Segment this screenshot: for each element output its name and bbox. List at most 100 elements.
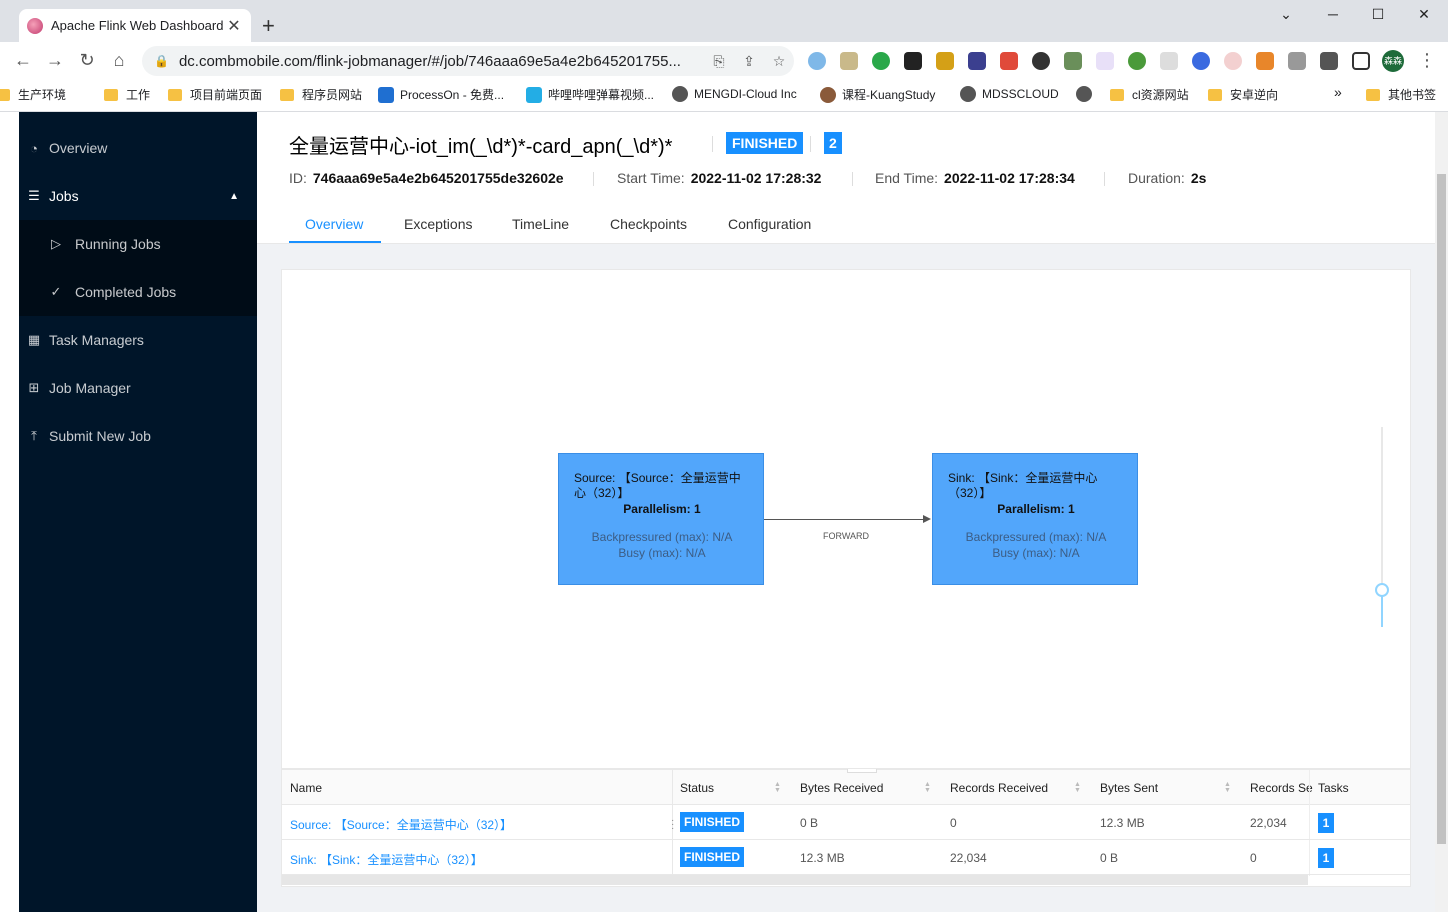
column-header-tasks[interactable]: Tasks <box>1318 781 1349 795</box>
folder-icon <box>1208 88 1222 101</box>
sort-icon[interactable]: ▲ ▼ <box>924 781 931 794</box>
records-sent: 0 <box>1250 851 1257 865</box>
sidebar-item-running-jobs[interactable]: ▷ Running Jobs <box>19 220 257 268</box>
bookmarks-bar: 生产环境 工作 项目前端页面 程序员网站 ProcessOn - 免费... 哔… <box>0 80 1448 112</box>
bytes-received: 12.3 MB <box>800 851 845 865</box>
graph-node-sink[interactable]: Sink: 【Sink：全量运营中心（32）】 Parallelism: 1 B… <box>932 453 1138 585</box>
column-header-records-sent[interactable]: Records Se <box>1250 781 1313 795</box>
table-horizontal-scrollbar[interactable] <box>282 875 1308 885</box>
column-header-bytes-sent[interactable]: Bytes Sent <box>1100 781 1158 795</box>
bookmark-folder[interactable]: 工作 <box>104 86 150 103</box>
column-header-name[interactable]: Name <box>290 781 322 795</box>
bilibili-icon <box>526 86 542 103</box>
sidebar-item-job-manager[interactable]: ⊞ Job Manager <box>19 364 257 412</box>
graph-node-source[interactable]: Source: 【Source：全量运营中心（32）】 Parallelism:… <box>558 453 764 585</box>
extension-leaf-icon[interactable] <box>1064 52 1082 70</box>
close-window-button[interactable]: ✕ <box>1414 6 1434 23</box>
tab-configuration[interactable]: Configuration <box>728 216 811 232</box>
tab-timeline[interactable]: TimeLine <box>512 216 569 232</box>
table-row[interactable]: Sink: 【Sink：全量运营中心（32）】 FINISHED 12.3 MB… <box>282 840 1410 875</box>
extension-image-icon[interactable] <box>840 52 858 70</box>
extension-glasses-icon[interactable] <box>904 52 922 70</box>
bookmark-link[interactable]: MDSSCLOUD <box>960 86 1059 102</box>
forward-arrow-icon[interactable]: → <box>44 50 66 71</box>
page-scrollbar[interactable] <box>1435 112 1448 912</box>
extension-m-icon[interactable] <box>1160 52 1178 70</box>
table-row[interactable]: Source: 【Source：全量运营中心（32）】 FINISHED 0 B… <box>282 805 1410 840</box>
sort-icon[interactable]: ▲ ▼ <box>1224 781 1231 794</box>
bookmark-folder[interactable]: cl资源网站 <box>1110 86 1189 103</box>
profile-avatar[interactable]: 森森 <box>1382 50 1404 72</box>
column-header-status[interactable]: Status <box>680 781 714 795</box>
extension-ring-icon[interactable] <box>1192 52 1210 70</box>
close-tab-icon[interactable]: ✕ <box>225 16 243 36</box>
extension-globe-icon[interactable] <box>808 52 826 70</box>
bookmark-folder[interactable]: 生产环境 <box>0 86 66 103</box>
bookmark-folder[interactable]: 安卓逆向 <box>1208 86 1278 103</box>
maximize-window-button[interactable]: ☐ <box>1368 6 1388 23</box>
folder-icon <box>1110 88 1124 101</box>
vertex-name-link[interactable]: Sink: 【Sink：全量运营中心（32）】 <box>290 851 483 868</box>
records-received: 22,034 <box>950 851 987 865</box>
tab-checkpoints[interactable]: Checkpoints <box>610 216 687 232</box>
bookmark-link[interactable]: 哔哩哔哩弹幕视频... <box>526 86 654 103</box>
vertex-name-link[interactable]: Source: 【Source：全量运营中心（32）】 <box>290 816 512 833</box>
bookmark-link[interactable] <box>1076 86 1098 102</box>
bookmark-link[interactable]: 课程-KuangStudy <box>820 86 935 103</box>
extension-v-icon[interactable] <box>1288 52 1306 70</box>
bookmark-star-icon[interactable]: ☆ <box>764 53 794 70</box>
lock-icon[interactable]: 🔒 <box>154 54 169 68</box>
bookmark-link[interactable]: ProcessOn - 免费... <box>378 86 504 103</box>
home-icon[interactable]: ⌂ <box>108 50 130 71</box>
address-bar[interactable]: 🔒 dc.combmobile.com/flink-jobmanager/#/j… <box>142 46 794 76</box>
divider <box>1104 172 1105 186</box>
browser-tab[interactable]: Apache Flink Web Dashboard ✕ <box>19 9 251 42</box>
sidebar-item-submit-new-job[interactable]: ⤒ Submit New Job <box>19 412 257 460</box>
extension-ia-icon[interactable] <box>968 52 986 70</box>
divider <box>810 136 811 152</box>
node-title: Sink: 【Sink：全量运营中心（32）】 <box>948 471 1098 500</box>
extension-dice-icon[interactable] <box>1000 52 1018 70</box>
sort-icon[interactable]: ▲ ▼ <box>774 781 781 794</box>
translate-icon[interactable]: ⎘ <box>704 53 734 70</box>
new-tab-button[interactable]: + <box>262 13 275 39</box>
column-header-records-received[interactable]: Records Received <box>950 781 1048 795</box>
extension-earth-icon[interactable] <box>1128 52 1146 70</box>
folder-icon <box>168 88 182 101</box>
bookmark-folder[interactable]: 项目前端页面 <box>168 86 262 103</box>
extension-arrow-icon[interactable] <box>936 52 954 70</box>
window-edge <box>0 112 19 912</box>
panel-resize-handle[interactable]: ··· <box>847 769 877 773</box>
list-icon: ☰ <box>28 188 40 203</box>
extension-vd-icon[interactable] <box>1032 52 1050 70</box>
scrollbar-thumb[interactable] <box>1437 174 1446 844</box>
zoom-slider-handle[interactable] <box>1375 583 1389 597</box>
sidebar-item-completed-jobs[interactable]: ✓ Completed Jobs <box>19 268 257 316</box>
bookmark-link[interactable]: MENGDI-Cloud Inc <box>672 86 797 102</box>
node-backpressured: Backpressured (max): N/A <box>965 530 1107 544</box>
sidebar-item-task-managers[interactable]: ▦ Task Managers <box>19 316 257 364</box>
tab-search-icon[interactable]: ⌄ <box>1276 6 1296 23</box>
share-icon[interactable]: ⇪ <box>734 53 764 70</box>
more-bookmarks-button[interactable]: » <box>1334 84 1342 100</box>
minimize-window-button[interactable]: ─ <box>1323 6 1343 22</box>
column-header-bytes-received[interactable]: Bytes Received <box>800 781 883 795</box>
extension-record-icon[interactable] <box>1224 52 1242 70</box>
url-text[interactable]: dc.combmobile.com/flink-jobmanager/#/job… <box>179 53 704 70</box>
tab-overview[interactable]: Overview <box>305 216 363 232</box>
sidebar-item-overview[interactable]: ◔ Overview <box>19 124 257 172</box>
bookmark-folder[interactable]: 其他书签 <box>1366 86 1436 103</box>
back-arrow-icon[interactable]: ← <box>12 50 34 71</box>
sidebar-item-jobs[interactable]: ☰ Jobs ▲ <box>19 172 257 220</box>
extension-fox-icon[interactable] <box>1256 52 1274 70</box>
tab-exceptions[interactable]: Exceptions <box>404 216 472 232</box>
bookmark-folder[interactable]: 程序员网站 <box>280 86 362 103</box>
reload-icon[interactable]: ↻ <box>76 50 98 71</box>
extension-x-icon[interactable] <box>1096 52 1114 70</box>
job-graph-canvas[interactable]: Source: 【Source：全量运营中心（32）】 Parallelism:… <box>281 269 1411 769</box>
side-panel-icon[interactable] <box>1352 52 1370 70</box>
extension-download-icon[interactable] <box>872 52 890 70</box>
sort-icon[interactable]: ▲ ▼ <box>1074 781 1081 794</box>
more-menu-icon[interactable]: ⋮ <box>1416 50 1438 71</box>
extensions-puzzle-icon[interactable] <box>1320 52 1338 70</box>
